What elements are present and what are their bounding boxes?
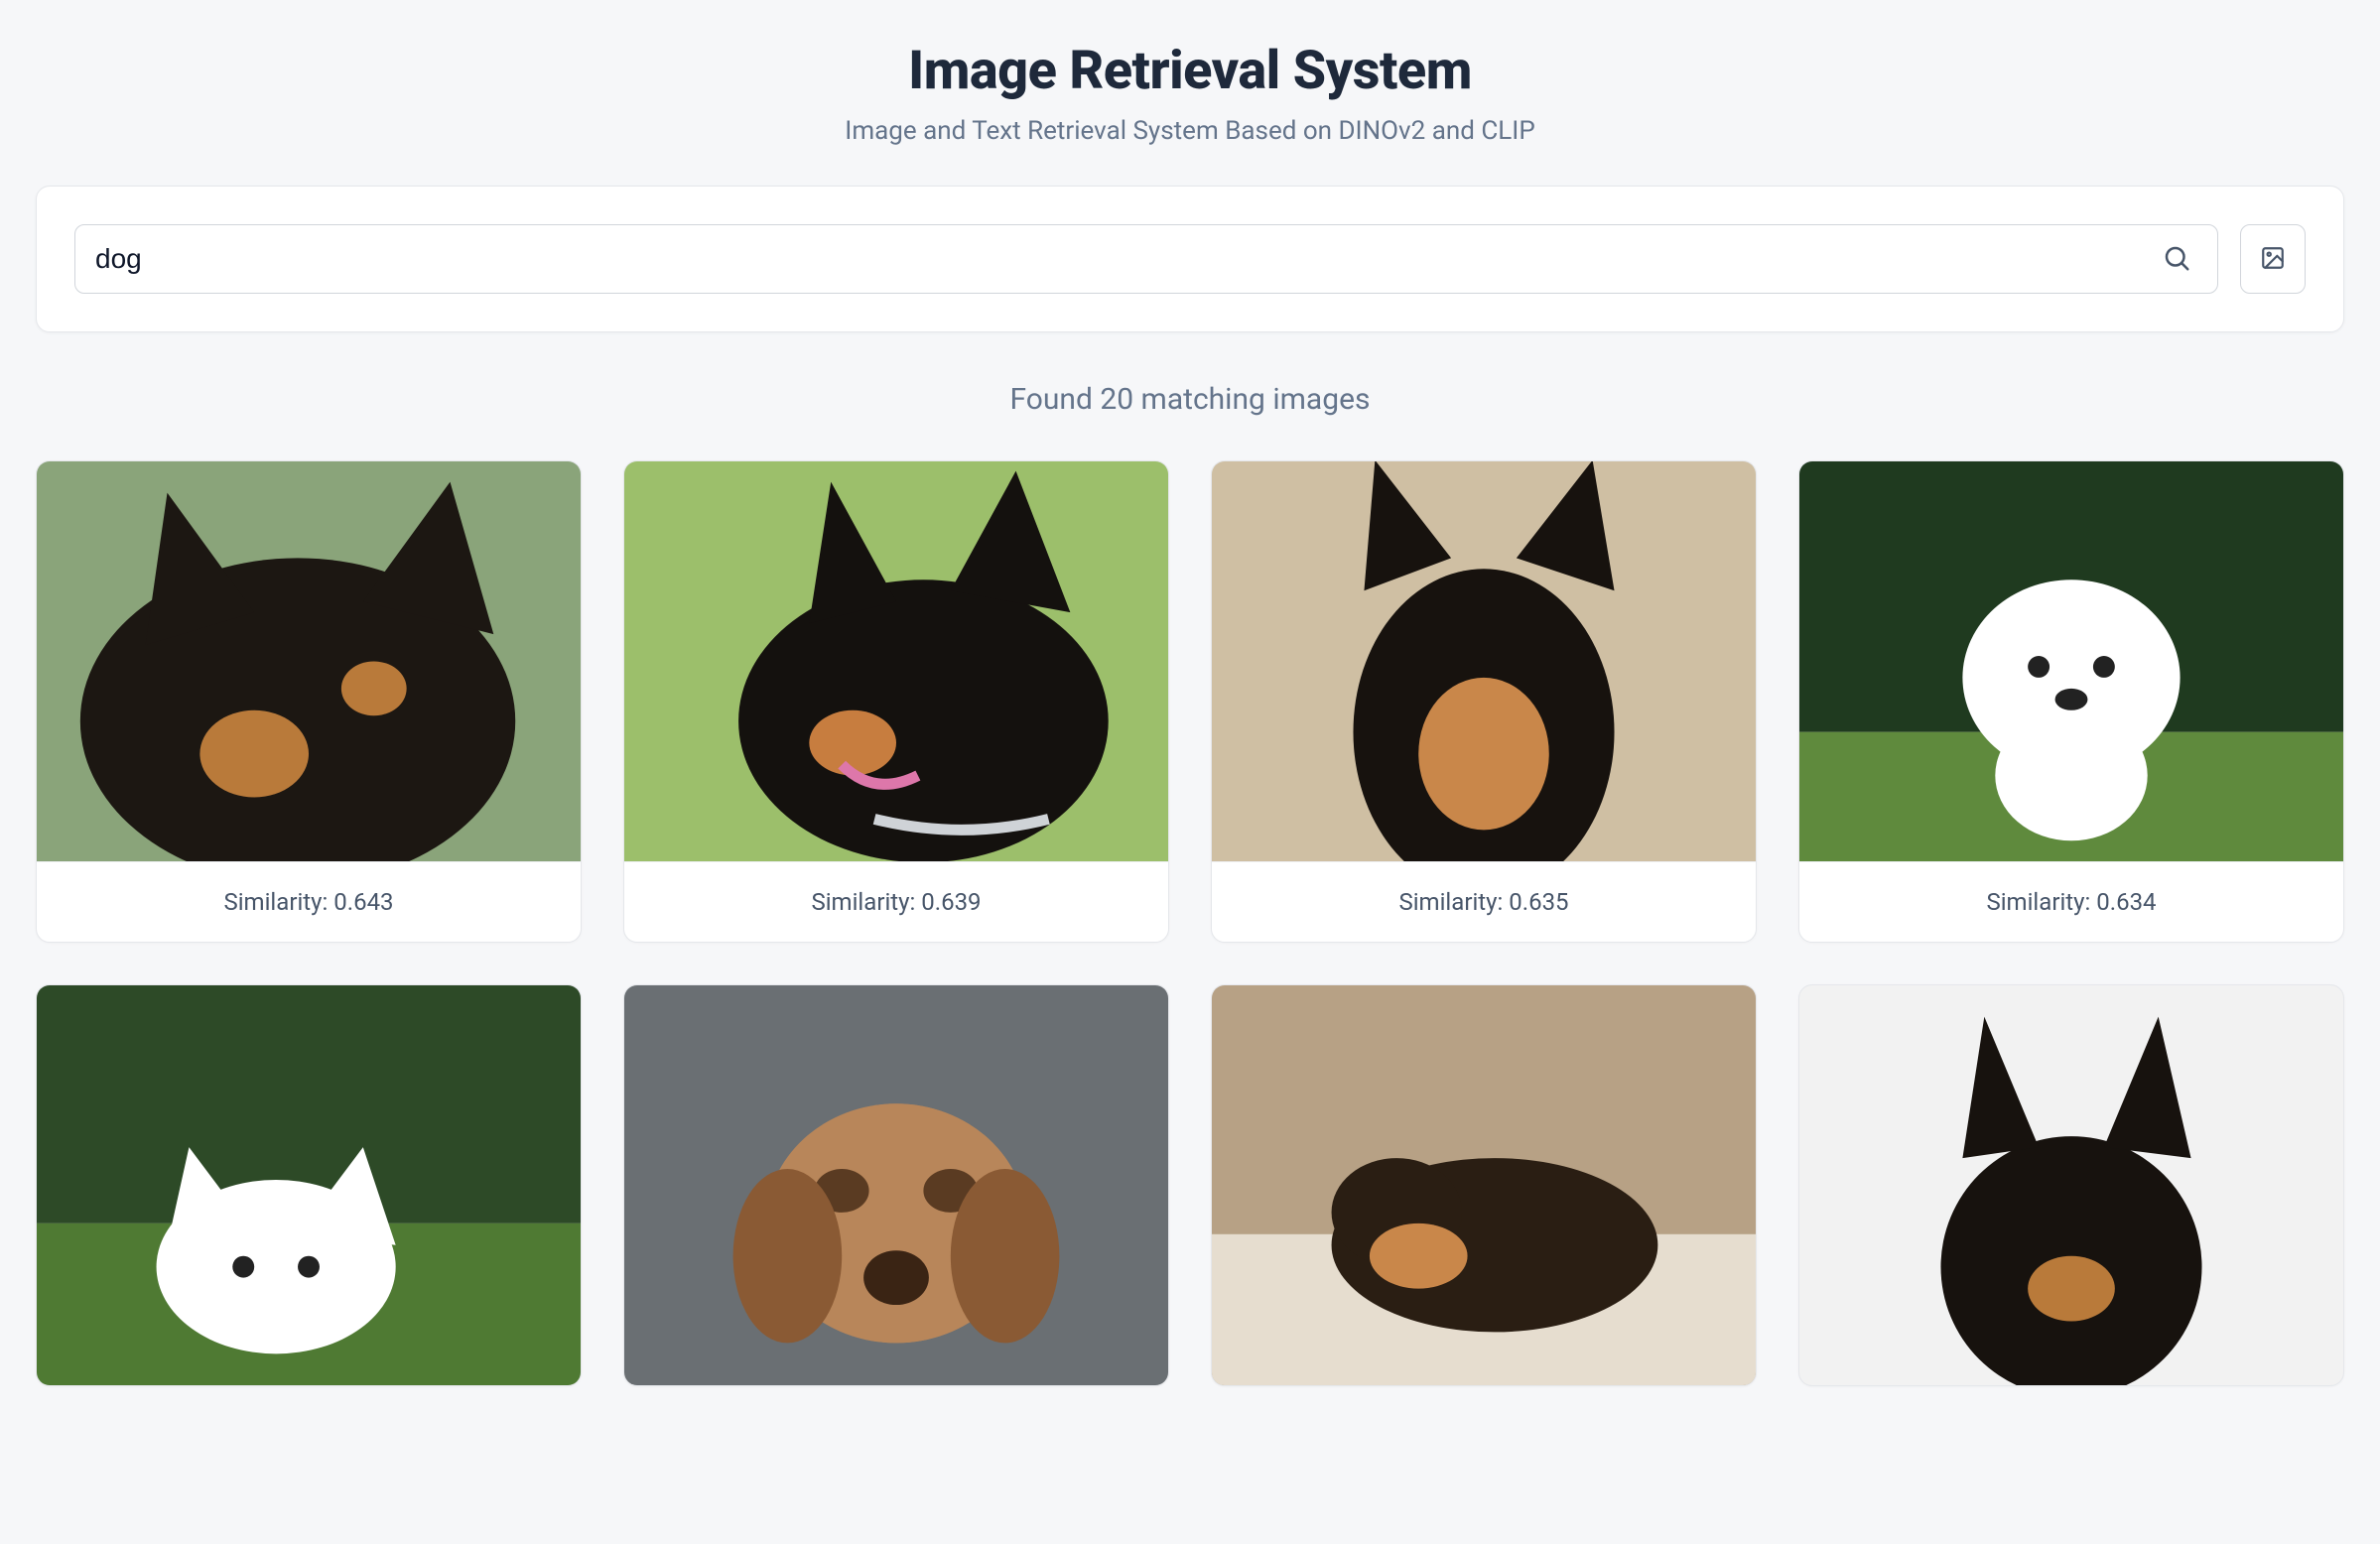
similarity-label: Similarity: [811,888,921,916]
result-thumbnail [1799,985,2343,1385]
similarity-value: 0.634 [2096,888,2156,916]
result-caption: Similarity: 0.634 [1799,861,2343,942]
similarity-label: Similarity: [1986,888,2096,916]
page-title: Image Retrieval System [36,40,2344,102]
page-header: Image Retrieval System Image and Text Re… [36,40,2344,146]
result-card[interactable]: Similarity: 0.634 [1798,460,2344,943]
results-summary: Found 20 matching images [36,382,2344,417]
similarity-value: 0.635 [1509,888,1568,916]
result-caption: Similarity: 0.639 [624,861,1168,942]
result-card[interactable] [1798,984,2344,1386]
result-card[interactable] [36,984,582,1386]
search-input[interactable] [95,225,2156,293]
result-card[interactable]: Similarity: 0.635 [1211,460,1757,943]
result-thumbnail [1212,461,1756,861]
similarity-label: Similarity: [223,888,333,916]
result-card[interactable] [623,984,1169,1386]
result-card[interactable]: Similarity: 0.643 [36,460,582,943]
similarity-value: 0.643 [333,888,393,916]
result-thumbnail [37,461,581,861]
result-thumbnail [1212,985,1756,1385]
similarity-label: Similarity: [1398,888,1509,916]
similarity-value: 0.639 [921,888,981,916]
result-card[interactable] [1211,984,1757,1386]
image-upload-button[interactable] [2240,224,2306,294]
search-input-container [74,224,2218,294]
result-thumbnail [624,985,1168,1385]
search-button[interactable] [2156,237,2197,282]
result-thumbnail [624,461,1168,861]
result-caption: Similarity: 0.635 [1212,861,1756,942]
result-thumbnail [1799,461,2343,861]
search-icon [2162,243,2191,276]
results-grid: Similarity: 0.643 Similarity: 0.639 Simi… [36,460,2344,1386]
result-thumbnail [37,985,581,1385]
image-icon [2260,245,2286,274]
search-row [74,224,2306,294]
search-panel [36,186,2344,332]
result-card[interactable]: Similarity: 0.639 [623,460,1169,943]
page-subtitle: Image and Text Retrieval System Based on… [36,116,2344,146]
result-caption: Similarity: 0.643 [37,861,581,942]
